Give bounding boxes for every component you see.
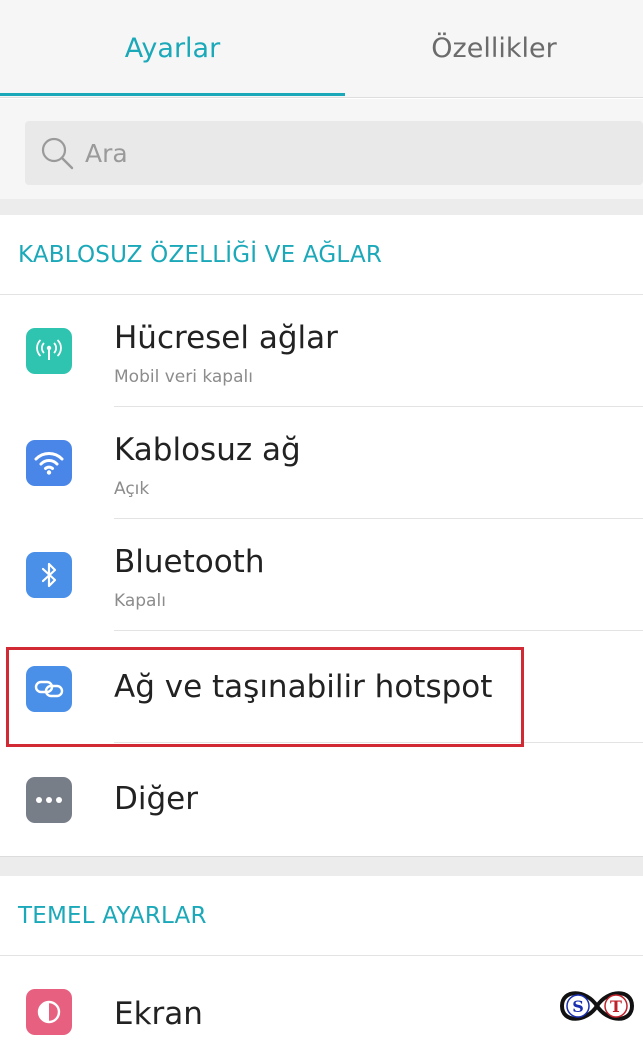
watermark-letter-s: S [572, 997, 584, 1016]
cellular-antenna-icon [26, 328, 72, 374]
tab-ozellikler[interactable]: Özellikler [345, 0, 643, 98]
settings-row-other[interactable]: Diğer [0, 743, 643, 856]
active-tab-indicator [0, 93, 345, 96]
section-header-row: TEMEL AYARLAR [0, 876, 643, 956]
section-header-wireless: KABLOSUZ ÖZELLİĞİ VE AĞLAR [18, 242, 383, 268]
tab-ayarlar[interactable]: Ayarlar [0, 0, 345, 98]
display-icon [26, 989, 72, 1035]
search-area [0, 99, 643, 199]
search-icon [41, 137, 74, 170]
row-title: Kablosuz ağ [114, 432, 301, 468]
row-title: Ekran [114, 996, 203, 1032]
section-header-basic: TEMEL AYARLAR [18, 903, 207, 929]
settings-row-display[interactable]: Ekran [0, 956, 643, 1045]
row-title: Hücresel ağlar [114, 320, 338, 356]
row-title: Diğer [114, 781, 198, 817]
settings-row-wifi[interactable]: Kablosuz ağ Açık [0, 407, 643, 519]
section-separator [0, 199, 643, 215]
settings-row-cellular[interactable]: Hücresel ağlar Mobil veri kapalı [0, 295, 643, 407]
search-box[interactable] [25, 121, 643, 185]
row-subtitle: Kapalı [114, 591, 166, 611]
more-dots-icon [26, 777, 72, 823]
watermark-letter-t: T [610, 997, 622, 1016]
highlight-frame [6, 647, 524, 747]
section-header-row: KABLOSUZ ÖZELLİĞİ VE AĞLAR [0, 215, 643, 295]
row-subtitle: Mobil veri kapalı [114, 367, 253, 387]
settings-row-bluetooth[interactable]: Bluetooth Kapalı [0, 519, 643, 631]
bluetooth-icon [26, 552, 72, 598]
search-input[interactable] [85, 121, 625, 185]
wifi-icon [26, 440, 72, 486]
row-title: Bluetooth [114, 544, 265, 580]
row-subtitle: Açık [114, 479, 150, 499]
watermark-logo: S T [559, 991, 635, 1021]
tab-bar: Ayarlar Özellikler [0, 0, 643, 98]
section-separator [0, 856, 643, 876]
